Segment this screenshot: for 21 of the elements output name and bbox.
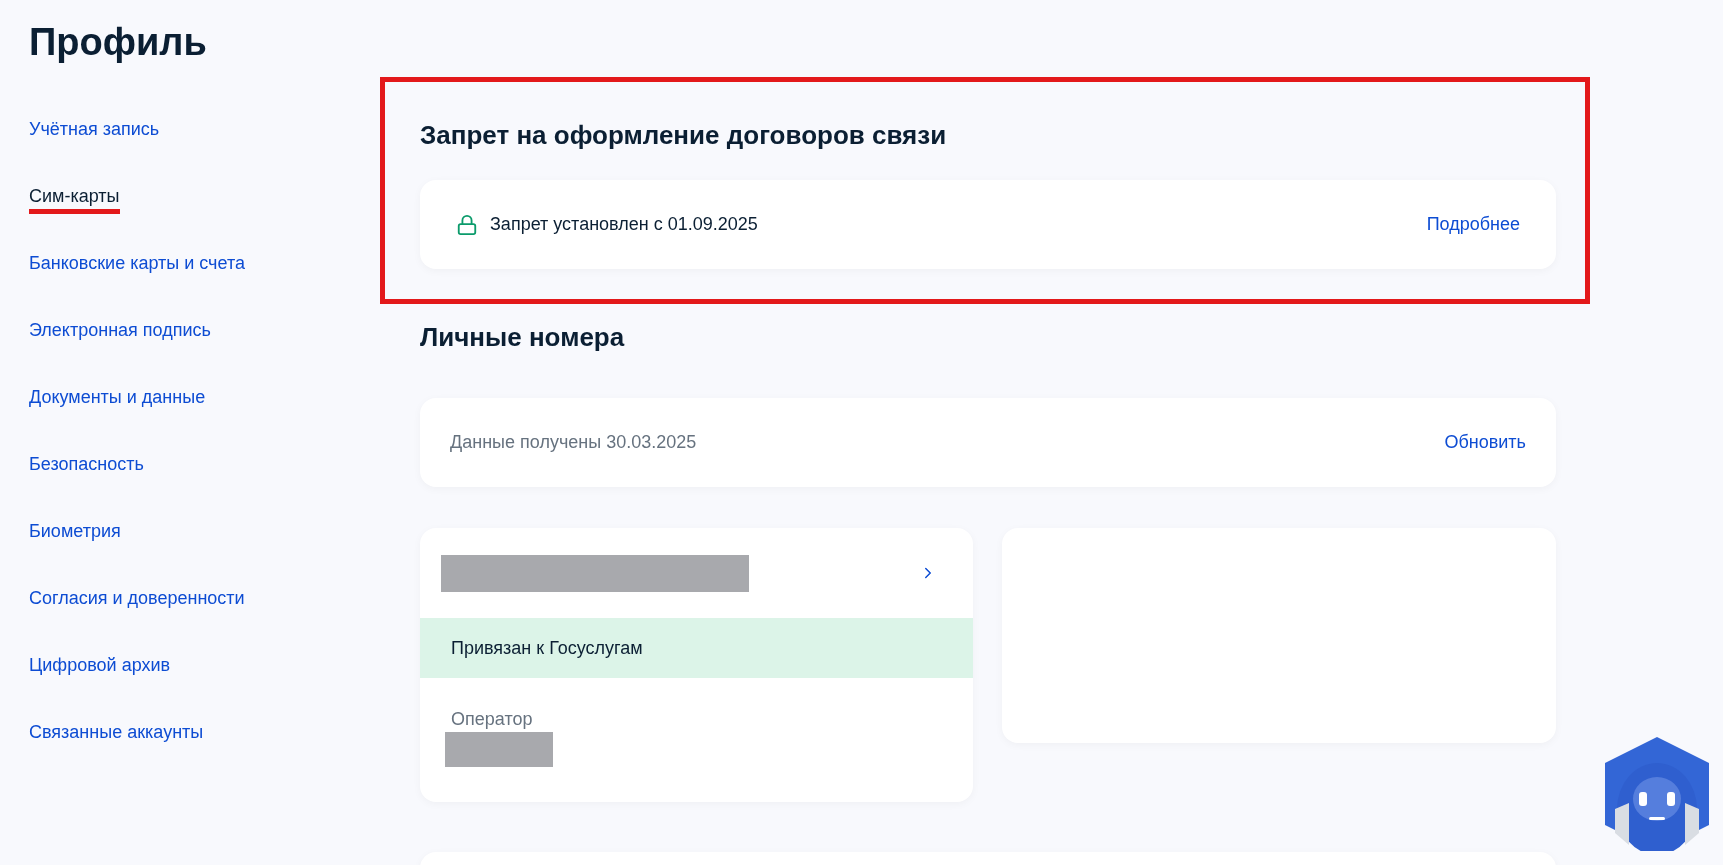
data-notice-text: Данные получены 30.03.2025 bbox=[450, 431, 697, 454]
sidebar-item[interactable]: Электронная подпись bbox=[29, 319, 211, 348]
section-title: Личные номера bbox=[420, 321, 626, 354]
details-link[interactable]: Подробнее bbox=[1426, 211, 1520, 238]
sidebar-item[interactable]: Сим-карты bbox=[29, 185, 120, 214]
sidebar-item[interactable]: Связанные аккаунты bbox=[29, 721, 204, 750]
robot-assistant-icon[interactable] bbox=[1605, 737, 1709, 851]
sidebar-item[interactable]: Банковские карты и счета bbox=[29, 252, 245, 281]
lock-icon bbox=[456, 213, 478, 236]
linked-status-text: Привязан к Госуслугам bbox=[451, 636, 643, 660]
sidebar-item[interactable]: Безопасность bbox=[29, 453, 144, 482]
operator-label: Оператор bbox=[451, 708, 534, 730]
sidebar-item[interactable]: Биометрия bbox=[29, 520, 121, 549]
ban-status-text: Запрет установлен с 01.09.2025 bbox=[490, 213, 758, 236]
refresh-link[interactable]: Обновить bbox=[1444, 429, 1526, 456]
page-title: Профиль bbox=[29, 20, 208, 65]
section-title: Запрет на оформление договоров связи bbox=[420, 119, 948, 152]
sidebar-item[interactable]: Цифровой архив bbox=[29, 654, 171, 683]
sidebar-item[interactable]: Учётная запись bbox=[29, 118, 160, 147]
sidebar-item[interactable]: Согласия и доверенности bbox=[29, 587, 245, 616]
sidebar-item[interactable]: Документы и данные bbox=[29, 386, 206, 415]
